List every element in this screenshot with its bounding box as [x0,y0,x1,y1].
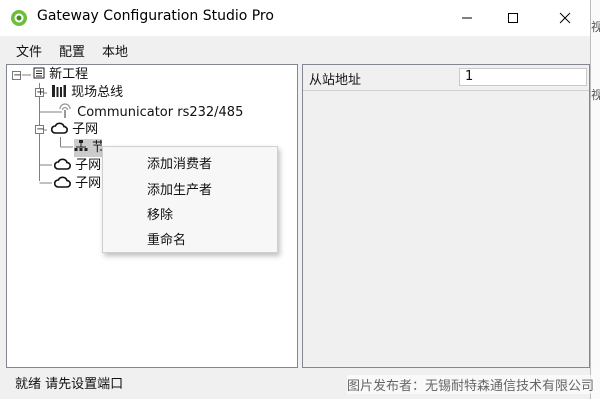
maximize-button[interactable] [490,0,536,36]
menu-item-add-producer[interactable]: 添加生产者 [147,179,212,198]
tree-node-root-label: 新工程 [49,67,89,82]
tree-node-subnet-3-label: 子网 [75,176,102,191]
root-collapse-toggle[interactable]: − [12,70,22,81]
tree-node-subnet-2-label: 子网 [75,158,102,173]
fieldbus-icon [52,85,66,97]
slave-address-input[interactable]: 1 [459,68,587,86]
tree-node-subnet-1-label: 子网 [72,122,99,137]
app-window: Gateway Configuration Studio Pro 文件 配置 本… [0,0,591,399]
cloud-icon [50,122,68,134]
menu-item-add-consumer[interactable]: 添加消费者 [147,153,212,172]
cloud-icon [53,158,71,170]
app-logo-icon [11,10,27,26]
status-message: 请先设置端口 [45,377,124,392]
menu-local[interactable]: 本地 [102,41,128,60]
close-icon [559,12,571,24]
status-ready: 就绪 [15,377,42,392]
tree-node-root[interactable]: 新工程 [33,66,88,84]
tree-node-fieldbus-label: 现场总线 [71,85,124,100]
status-text: 就绪 请先设置端口 [15,373,123,392]
title-bar: Gateway Configuration Studio Pro [0,0,590,36]
subnet-collapse-toggle[interactable]: − [35,124,45,135]
tree-node-subnet-1[interactable]: 子网 [50,121,99,139]
menu-file[interactable]: 文件 [16,41,42,60]
properties-panel: 从站地址 1 [302,64,590,368]
menu-item-rename[interactable]: 重命名 [147,229,186,248]
tree-node-node-label: 节点 [92,140,102,155]
network-node-icon [74,140,88,151]
fieldbus-expand-toggle[interactable]: + [35,87,45,98]
background-window-edge: 视 视 [591,0,600,399]
tree-node-subnet-2[interactable]: 子网 [53,157,102,175]
edge-text-top: 视 [591,20,600,34]
menu-item-remove[interactable]: 移除 [147,204,173,223]
edge-text-mid: 视 [591,88,600,102]
property-row: 从站地址 1 [303,65,589,91]
context-menu: 添加消费者 添加生产者 移除 重命名 [102,146,278,253]
minimize-button[interactable] [444,0,490,36]
project-icon [33,67,45,79]
slave-address-label: 从站地址 [309,73,362,88]
tree-node-node-selected[interactable]: 节点 [74,139,102,157]
tree-node-subnet-3[interactable]: 子网 [53,175,102,193]
menu-config[interactable]: 配置 [59,41,85,60]
minimize-icon [462,17,472,19]
maximize-icon [508,13,518,23]
watermark-text: 图片发布者：无锡耐特森通信技术有限公司 [346,375,594,394]
close-button[interactable] [542,0,588,36]
cloud-icon [53,176,71,188]
tree-node-communicator[interactable]: Communicator rs232/485 [57,103,243,121]
tree-node-communicator-label: Communicator rs232/485 [77,105,244,120]
tree-node-fieldbus[interactable]: 现场总线 [51,84,123,102]
menu-bar: 文件 配置 本地 [0,38,590,62]
window-title: Gateway Configuration Studio Pro [37,8,274,24]
antenna-icon [59,103,71,118]
